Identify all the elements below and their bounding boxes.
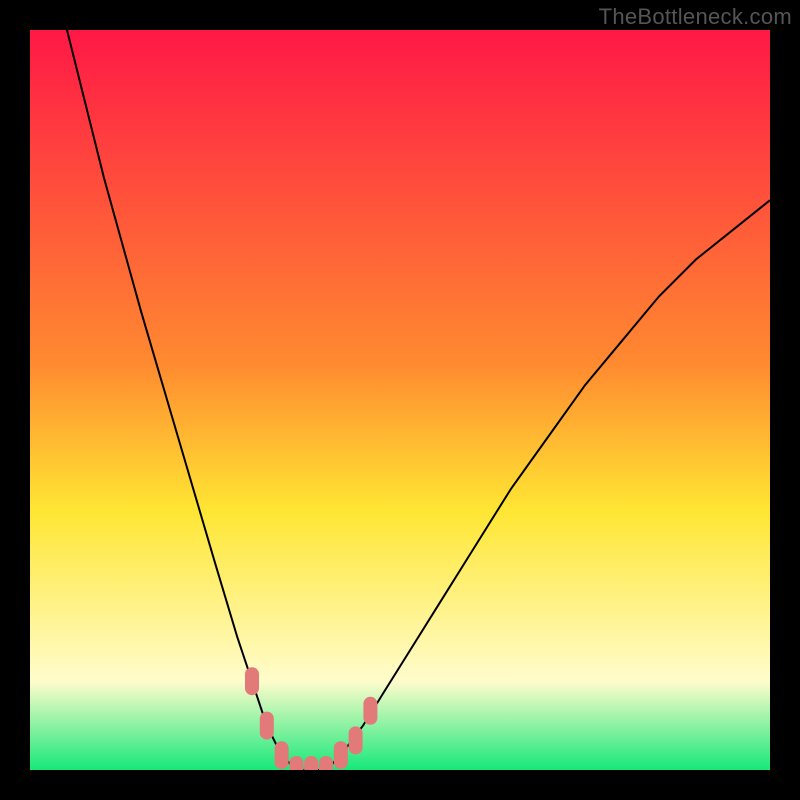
marker-dot <box>304 756 318 770</box>
marker-dot <box>260 712 274 740</box>
gradient-background <box>30 30 770 770</box>
marker-dot <box>363 697 377 725</box>
chart-svg <box>30 30 770 770</box>
marker-dot <box>245 667 259 695</box>
chart-frame: TheBottleneck.com <box>0 0 800 800</box>
plot-area <box>30 30 770 770</box>
marker-dot <box>289 756 303 770</box>
marker-dot <box>334 741 348 769</box>
marker-dot <box>319 756 333 770</box>
watermark-text: TheBottleneck.com <box>599 4 792 30</box>
marker-dot <box>275 741 289 769</box>
marker-dot <box>349 726 363 754</box>
